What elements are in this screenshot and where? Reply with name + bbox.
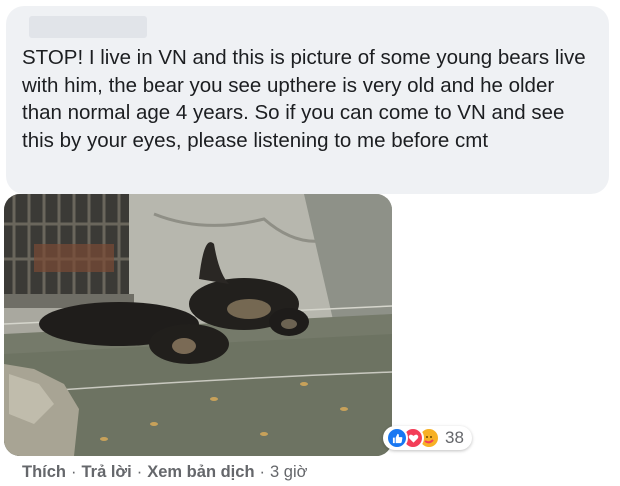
comment-actions: Thích · Trả lời · Xem bản dịch · 3 giờ bbox=[22, 463, 307, 482]
reply-button[interactable]: Trả lời bbox=[82, 463, 132, 482]
bears-photo-image bbox=[4, 194, 392, 456]
comment-container: STOP! I live in VN and this is picture o… bbox=[0, 0, 620, 486]
author-name-redacted[interactable] bbox=[29, 16, 147, 38]
comment-text: STOP! I live in VN and this is picture o… bbox=[22, 46, 586, 152]
separator: · bbox=[259, 463, 266, 481]
separator: · bbox=[71, 463, 77, 481]
like-button[interactable]: Thích bbox=[22, 463, 66, 482]
separator: · bbox=[136, 463, 143, 481]
comment-photo[interactable] bbox=[4, 194, 392, 456]
like-icon bbox=[386, 427, 408, 449]
see-translation-button[interactable]: Xem bản dịch bbox=[147, 463, 254, 482]
timestamp[interactable]: 3 giờ bbox=[270, 463, 307, 482]
reaction-count: 38 bbox=[445, 428, 464, 447]
reaction-summary[interactable]: 38 bbox=[383, 426, 472, 450]
